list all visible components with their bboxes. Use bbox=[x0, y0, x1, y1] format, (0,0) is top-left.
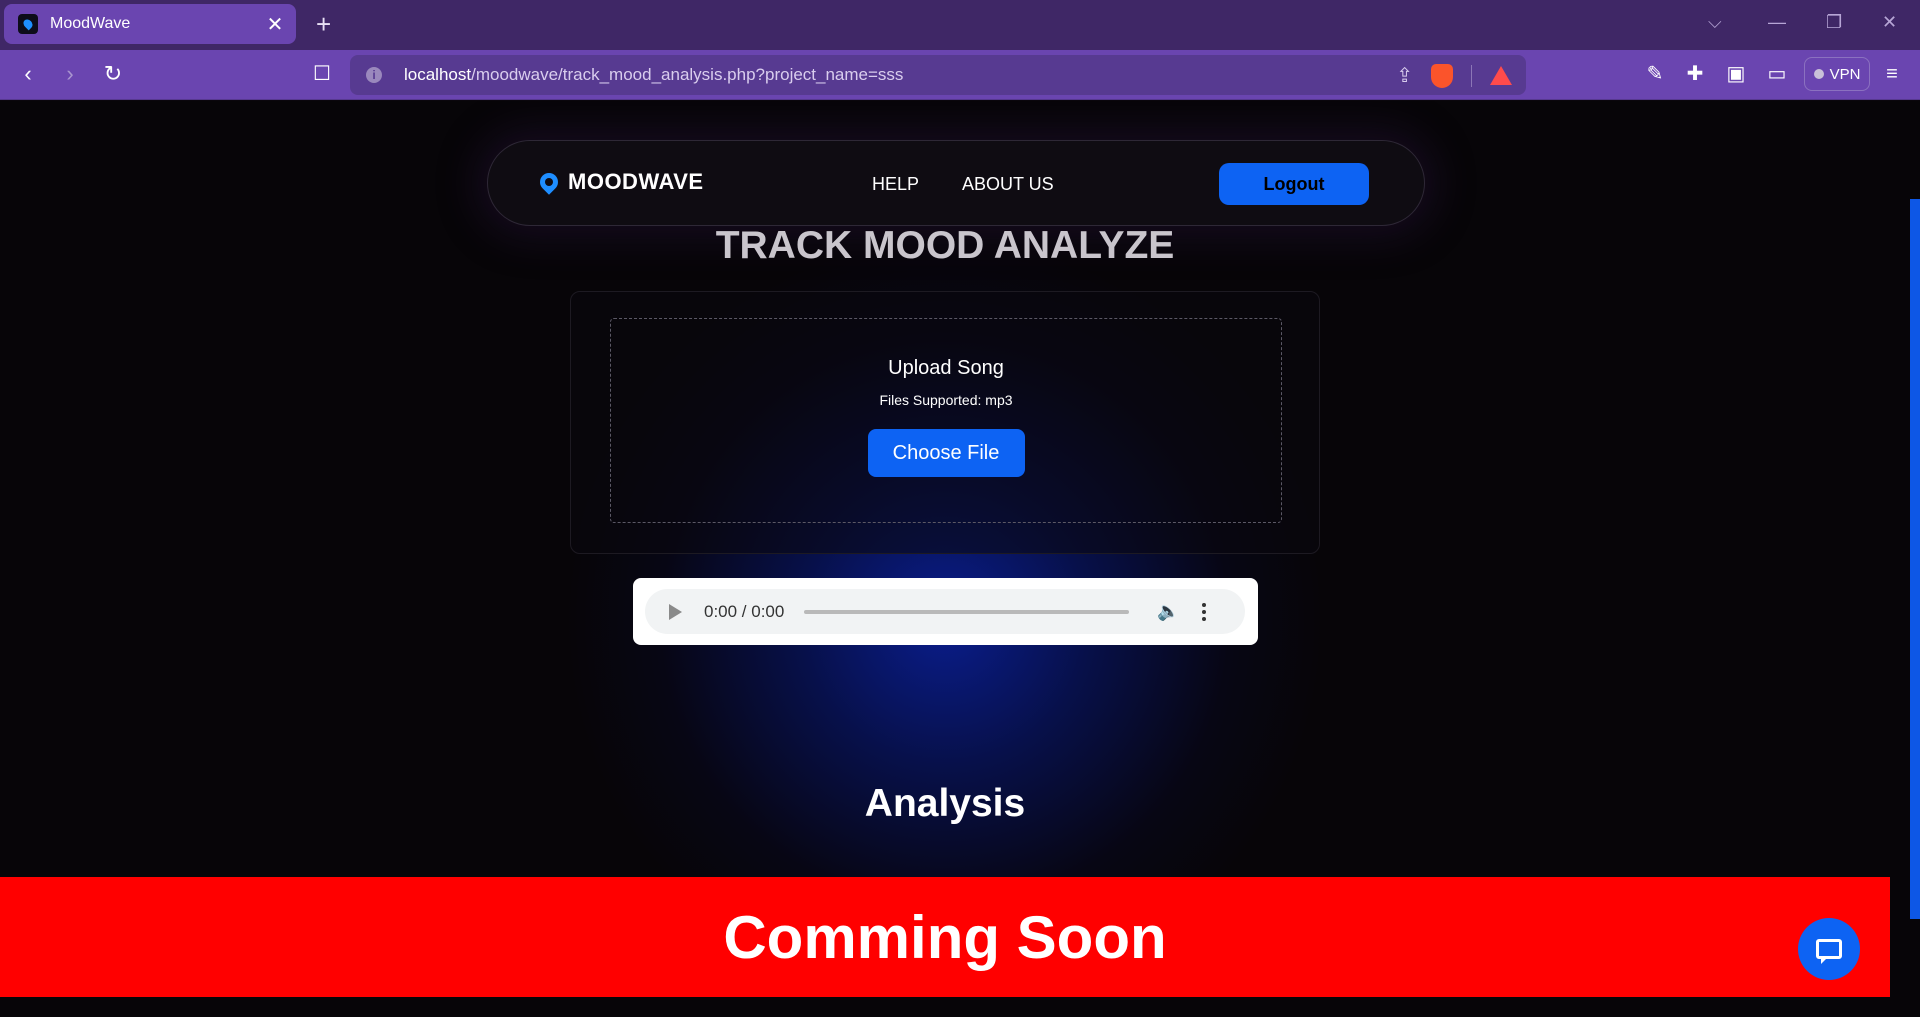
upload-card: Upload Song Files Supported: mp3 Choose … bbox=[570, 291, 1320, 554]
reload-icon[interactable]: ↻ bbox=[99, 62, 127, 86]
scrollbar-thumb[interactable] bbox=[1910, 199, 1920, 919]
tab-title: MoodWave bbox=[50, 15, 131, 32]
vpn-label: VPN bbox=[1829, 65, 1861, 83]
page-title: TRACK MOOD ANALYZE bbox=[715, 224, 1175, 267]
more-options-icon[interactable] bbox=[1201, 602, 1206, 621]
analysis-heading: Analysis bbox=[864, 782, 1026, 825]
moodwave-favicon-icon bbox=[18, 14, 38, 34]
seek-slider[interactable] bbox=[804, 609, 1130, 614]
brave-shields-icon[interactable] bbox=[1431, 63, 1453, 88]
vpn-button[interactable]: VPN bbox=[1804, 57, 1870, 91]
play-icon[interactable] bbox=[669, 603, 682, 620]
brand-name: MOODWAVE bbox=[568, 169, 704, 194]
extensions-icon[interactable]: ✚ bbox=[1681, 62, 1709, 86]
tab-search-chevron-icon[interactable]: ⌵ bbox=[1708, 12, 1722, 33]
sidebar-icon[interactable]: ▣ bbox=[1722, 62, 1750, 86]
back-icon[interactable]: ‹ bbox=[14, 62, 42, 86]
coming-soon-banner: Comming Soon bbox=[0, 877, 1890, 997]
bookmark-icon[interactable]: ☐ bbox=[308, 62, 336, 86]
file-dropzone[interactable]: Upload Song Files Supported: mp3 Choose … bbox=[610, 318, 1282, 523]
new-tab-icon[interactable]: + bbox=[316, 10, 331, 38]
page-viewport: MOODWAVE HELP ABOUT US Logout TRACK MOOD… bbox=[0, 101, 1920, 1017]
supported-formats: Files Supported: mp3 bbox=[879, 392, 1013, 408]
audio-player-container: 0:00 / 0:00 🔈 bbox=[633, 578, 1258, 645]
menu-icon[interactable]: ≡ bbox=[1878, 62, 1906, 86]
share-icon[interactable]: ⇪ bbox=[1396, 63, 1413, 88]
browser-toolbar: ‹ › ↻ ☐ i localhost/moodwave/track_mood_… bbox=[0, 50, 1920, 100]
logout-button[interactable]: Logout bbox=[1219, 163, 1369, 205]
volume-icon[interactable]: 🔈 bbox=[1157, 601, 1179, 622]
site-navbar: MOODWAVE HELP ABOUT US Logout bbox=[487, 140, 1425, 226]
close-tab-icon[interactable]: ✕ bbox=[264, 12, 286, 37]
wallet-icon[interactable]: ▭ bbox=[1763, 62, 1791, 86]
url-text[interactable]: localhost/moodwave/track_mood_analysis.p… bbox=[404, 65, 903, 85]
eyedropper-icon[interactable]: ✎ bbox=[1641, 62, 1669, 86]
brand-logo[interactable]: MOODWAVE bbox=[536, 169, 704, 195]
location-pin-icon bbox=[536, 169, 562, 195]
upload-heading: Upload Song bbox=[888, 357, 1004, 379]
site-info-icon[interactable]: i bbox=[366, 67, 382, 83]
vpn-status-icon bbox=[1813, 69, 1824, 79]
audio-player: 0:00 / 0:00 🔈 bbox=[645, 589, 1245, 634]
banner-text: Comming Soon bbox=[723, 903, 1167, 971]
browser-tab[interactable]: MoodWave ✕ bbox=[4, 4, 296, 44]
restore-icon[interactable]: ❐ bbox=[1826, 12, 1842, 33]
chat-bubble-icon bbox=[1816, 939, 1842, 964]
browser-tab-bar: MoodWave ✕ + ⌵ — ❐ ✕ bbox=[0, 0, 1920, 50]
choose-file-button[interactable]: Choose File bbox=[867, 429, 1025, 477]
forward-icon[interactable]: › bbox=[56, 62, 84, 86]
url-path: /moodwave/track_mood_analysis.php?projec… bbox=[471, 65, 904, 84]
url-host: localhost bbox=[404, 65, 472, 84]
separator bbox=[1471, 64, 1472, 87]
brave-rewards-icon[interactable] bbox=[1490, 66, 1512, 85]
chat-button[interactable] bbox=[1798, 918, 1860, 980]
nav-link-help[interactable]: HELP bbox=[872, 174, 919, 195]
playback-time: 0:00 / 0:00 bbox=[704, 601, 785, 621]
minimize-icon[interactable]: — bbox=[1768, 12, 1786, 33]
address-bar[interactable]: i localhost/moodwave/track_mood_analysis… bbox=[350, 55, 1526, 95]
nav-link-about-us[interactable]: ABOUT US bbox=[962, 174, 1054, 195]
close-window-icon[interactable]: ✕ bbox=[1882, 12, 1897, 33]
